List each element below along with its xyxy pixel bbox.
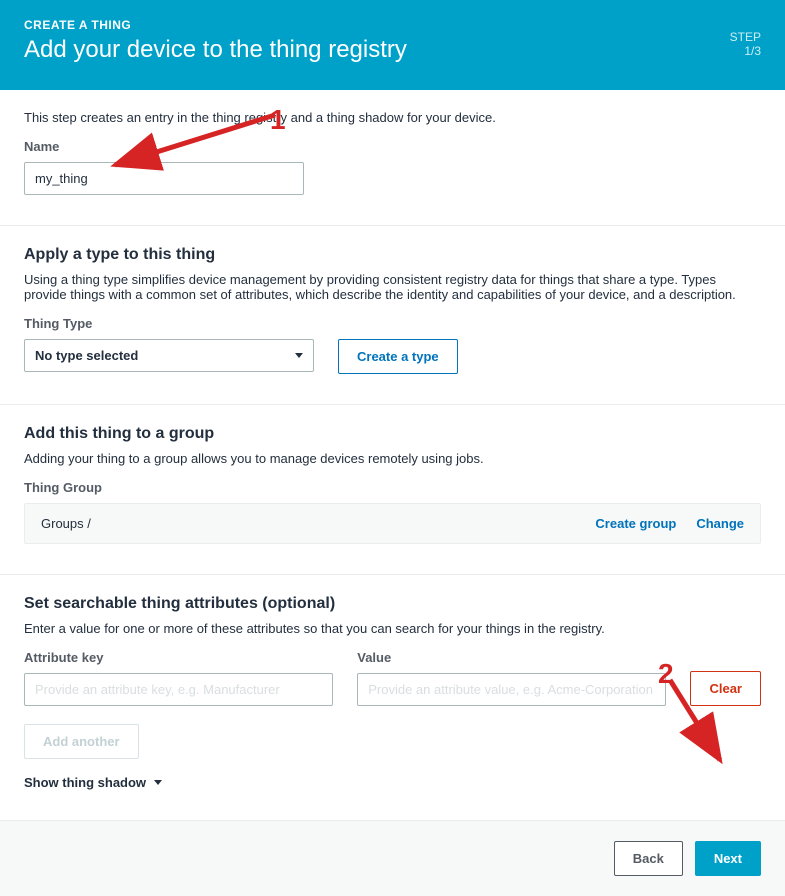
create-type-button[interactable]: Create a type — [338, 339, 458, 374]
show-thing-shadow-toggle[interactable]: Show thing shadow — [24, 775, 162, 790]
annotation-marker-2: 2 — [658, 658, 674, 690]
chevron-down-icon — [154, 780, 162, 785]
name-label: Name — [24, 139, 761, 154]
add-another-button[interactable]: Add another — [24, 724, 139, 759]
attribute-key-input[interactable] — [24, 673, 333, 706]
attribute-value-input[interactable] — [357, 673, 666, 706]
show-shadow-label: Show thing shadow — [24, 775, 146, 790]
thing-type-dropdown[interactable]: No type selected — [24, 339, 314, 372]
name-helptext: This step creates an entry in the thing … — [24, 110, 761, 125]
attribute-value-label: Value — [357, 650, 666, 665]
change-group-link[interactable]: Change — [696, 516, 744, 531]
step-label: STEP — [730, 30, 761, 44]
type-title: Apply a type to this thing — [24, 246, 761, 264]
back-button[interactable]: Back — [614, 841, 683, 876]
thing-group-label: Thing Group — [24, 480, 761, 495]
create-group-link[interactable]: Create group — [595, 516, 676, 531]
section-name: This step creates an entry in the thing … — [0, 90, 785, 226]
page-title: Add your device to the thing registry — [24, 36, 761, 64]
thing-type-label: Thing Type — [24, 316, 761, 331]
step-indicator: STEP 1/3 — [730, 30, 761, 59]
annotation-marker-1: 1 — [270, 104, 286, 136]
next-button[interactable]: Next — [695, 841, 761, 876]
attributes-title: Set searchable thing attributes (optiona… — [24, 595, 761, 613]
group-title: Add this thing to a group — [24, 425, 761, 443]
thing-type-selected: No type selected — [35, 348, 138, 363]
clear-attribute-button[interactable]: Clear — [690, 671, 761, 706]
breadcrumb: Create a Thing — [24, 18, 761, 32]
group-selector: Groups / Create group Change — [24, 503, 761, 544]
section-type: Apply a type to this thing Using a thing… — [0, 226, 785, 405]
step-value: 1/3 — [730, 44, 761, 58]
thing-name-input[interactable] — [24, 162, 304, 195]
footer: Back Next — [0, 821, 785, 896]
group-path: Groups / — [41, 516, 91, 531]
section-group: Add this thing to a group Adding your th… — [0, 405, 785, 575]
section-attributes: Set searchable thing attributes (optiona… — [0, 575, 785, 821]
attribute-key-label: Attribute key — [24, 650, 333, 665]
group-helptext: Adding your thing to a group allows you … — [24, 451, 761, 466]
attributes-helptext: Enter a value for one or more of these a… — [24, 621, 761, 636]
page-header: Create a Thing Add your device to the th… — [0, 0, 785, 90]
chevron-down-icon — [295, 353, 303, 358]
type-helptext: Using a thing type simplifies device man… — [24, 272, 761, 302]
